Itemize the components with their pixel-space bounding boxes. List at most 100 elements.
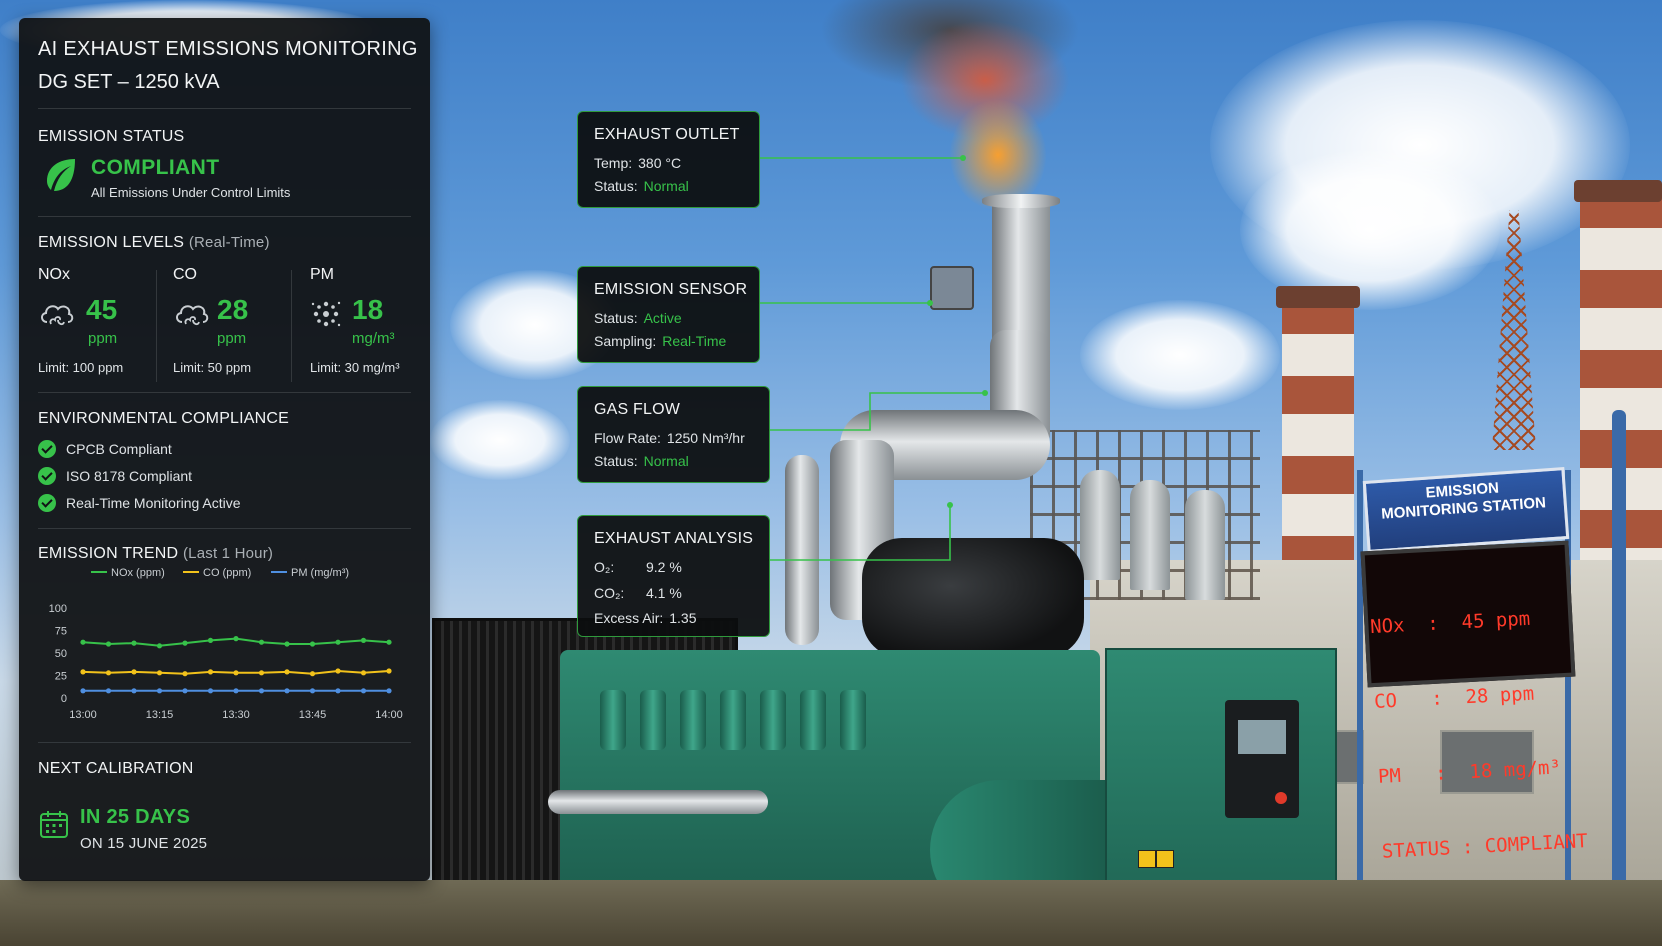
callout-row-excess-air: Excess Air: 1.35: [594, 610, 697, 626]
divider: [38, 216, 411, 217]
data-point: [360, 688, 367, 694]
x-tick-label: 13:30: [222, 709, 250, 721]
cylinder: [800, 690, 826, 750]
o2-value: 9.2 %: [646, 559, 682, 575]
metric-value: 45: [86, 294, 118, 325]
data-point: [233, 670, 239, 676]
callout-title: GAS FLOW: [594, 401, 681, 418]
status-value: Normal: [643, 178, 689, 194]
metric-limit: Limit: 100 ppm: [38, 360, 124, 375]
sign-pole: [1357, 470, 1363, 890]
exhaust-stack-top: [982, 194, 1060, 208]
callout-title: EXHAUST OUTLET: [594, 126, 740, 143]
data-point: [105, 641, 112, 647]
data-point: [131, 688, 137, 694]
legend-label: CO (ppm): [203, 567, 251, 579]
callout-row-flow: Flow Rate: 1250 Nm³/hr: [594, 430, 745, 446]
cylinder: [720, 690, 746, 750]
callout-row-o2: O₂: 9.2 %: [594, 559, 682, 575]
divider: [291, 270, 292, 382]
callout-exhaust-outlet: EXHAUST OUTLET Temp: 380 °C Status: Normal: [577, 111, 760, 208]
emission-status-heading: EMISSION STATUS: [38, 128, 185, 145]
metric-limit: Limit: 50 ppm: [173, 360, 252, 375]
check-circle-icon: [38, 440, 56, 458]
compliance-label: ISO 8178 Compliant: [66, 468, 193, 484]
metric-co: CO 28 ppm Limit: 50 ppm: [173, 266, 293, 375]
co2-value: 4.1 %: [646, 585, 682, 601]
sensor-box: [930, 266, 974, 310]
compliance-label: Real-Time Monitoring Active: [66, 495, 241, 511]
metric-pm: PM 18 mg/m³ Limit: 30 mg/m³: [310, 266, 430, 375]
label: Sampling:: [594, 333, 657, 349]
data-point: [233, 688, 239, 694]
data-point: [131, 669, 137, 675]
warning-label: [1156, 850, 1174, 868]
cloud: [1080, 300, 1280, 410]
callout-row-status: Status: Normal: [594, 453, 689, 469]
x-tick-label: 13:45: [299, 709, 327, 721]
data-point: [207, 669, 214, 675]
chimney-cap: [1574, 180, 1662, 202]
emission-status-detail: All Emissions Under Control Limits: [91, 185, 291, 200]
led-display-text: NOx : 45 ppm CO : 28 ppm PM : 18 mg/m³ S…: [1367, 555, 1589, 914]
monitoring-dashboard: AI EXHAUST EMISSIONS MONITORING DG SET –…: [19, 18, 430, 881]
data-point: [335, 639, 341, 645]
chimney-cap: [1276, 286, 1360, 308]
sampling-value: Real-Time: [662, 333, 727, 349]
data-point: [258, 670, 265, 676]
label: CO₂:: [594, 585, 625, 601]
data-point: [309, 671, 316, 677]
excess-air-value: 1.35: [669, 610, 697, 626]
data-point: [207, 688, 214, 694]
data-point: [182, 688, 188, 694]
data-point: [386, 639, 392, 645]
data-point: [80, 669, 86, 675]
compliance-heading: ENVIRONMENTAL COMPLIANCE: [38, 410, 290, 427]
legend-label: NOx (ppm): [111, 567, 165, 579]
metric-unit: ppm: [88, 330, 118, 347]
chimney: [1282, 296, 1354, 586]
y-tick-label: 0: [61, 693, 67, 705]
data-point: [386, 688, 392, 694]
data-point: [80, 688, 86, 694]
data-point: [131, 640, 137, 646]
cylinder: [760, 690, 786, 750]
callout-emission-sensor: EMISSION SENSOR Status: Active Sampling: R…: [577, 266, 760, 363]
control-screen: [1238, 720, 1286, 754]
dashboard-subtitle: DG SET – 1250 kVA: [38, 71, 220, 93]
divider: [38, 108, 411, 109]
x-tick-label: 13:15: [146, 709, 174, 721]
cloud: [430, 400, 570, 480]
callout-gas-flow: GAS FLOW Flow Rate: 1250 Nm³/hr Status: No…: [577, 386, 770, 483]
emission-levels-heading: EMISSION LEVELS (Real-Time): [38, 234, 411, 252]
calibration-date: ON 15 JUNE 2025: [80, 835, 208, 852]
data-point: [182, 640, 188, 646]
metric-value: 28: [217, 294, 249, 325]
data-point: [284, 641, 290, 647]
leaf-icon: [47, 159, 75, 191]
data-point: [207, 637, 214, 643]
label: Flow Rate:: [594, 430, 661, 446]
x-tick-label: 14:00: [375, 709, 403, 721]
divider: [38, 528, 411, 529]
data-point: [284, 669, 290, 675]
emission-trend-chart: NOx (ppm) CO (ppm) PM (mg/m³) 0 25 50 75 100 13:…: [49, 567, 403, 721]
label: Temp:: [594, 155, 633, 171]
warning-label: [1138, 850, 1156, 868]
divider: [38, 392, 411, 393]
calibration-heading: NEXT CALIBRATION: [38, 760, 194, 777]
callout-title: EXHAUST ANALYSIS: [594, 530, 754, 547]
metric-unit: mg/m³: [352, 330, 395, 347]
cylinder: [600, 690, 626, 750]
data-point: [105, 670, 112, 676]
status-value: Active: [643, 310, 682, 326]
emergency-stop-button: [1275, 792, 1287, 804]
data-point: [309, 688, 316, 694]
callout-row-co2: CO₂: 4.1 %: [594, 585, 682, 601]
calendar-icon: [40, 811, 68, 838]
data-point: [258, 639, 265, 645]
cylinder: [640, 690, 666, 750]
data-point: [284, 688, 290, 694]
data-point: [360, 670, 367, 676]
data-point: [156, 670, 163, 676]
